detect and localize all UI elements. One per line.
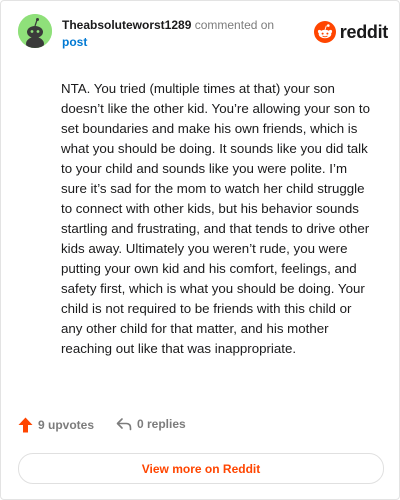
upvote-count: 9 upvotes [38, 418, 95, 432]
comment-footer: 9 upvotes 0 replies [18, 417, 388, 439]
comment-header: Theabsoluteworst1289 commented on post r… [18, 14, 388, 58]
post-link[interactable]: post [62, 34, 312, 51]
reddit-logo-icon [313, 21, 336, 43]
username-link[interactable]: Theabsoluteworst1289 [62, 18, 191, 32]
action-text: commented on [194, 18, 275, 32]
reply-arrow-icon [116, 418, 132, 431]
upvote-arrow-icon [18, 417, 33, 433]
comment-body: NTA. You tried (multiple times at that) … [61, 81, 370, 356]
reddit-logo[interactable]: reddit [313, 20, 389, 44]
view-more-button[interactable]: View more on Reddit [18, 453, 384, 484]
reddit-wordmark: reddit [339, 21, 389, 42]
upvote-button[interactable]: 9 upvotes [18, 417, 94, 433]
user-avatar[interactable] [18, 14, 52, 48]
replies-button[interactable]: 0 replies [116, 417, 186, 431]
comment-meta: Theabsoluteworst1289 commented on post [62, 17, 312, 51]
reply-count: 0 replies [137, 417, 186, 431]
snoo-avatar-icon [18, 14, 52, 48]
comment-embed-card: Theabsoluteworst1289 commented on post r… [0, 0, 400, 500]
